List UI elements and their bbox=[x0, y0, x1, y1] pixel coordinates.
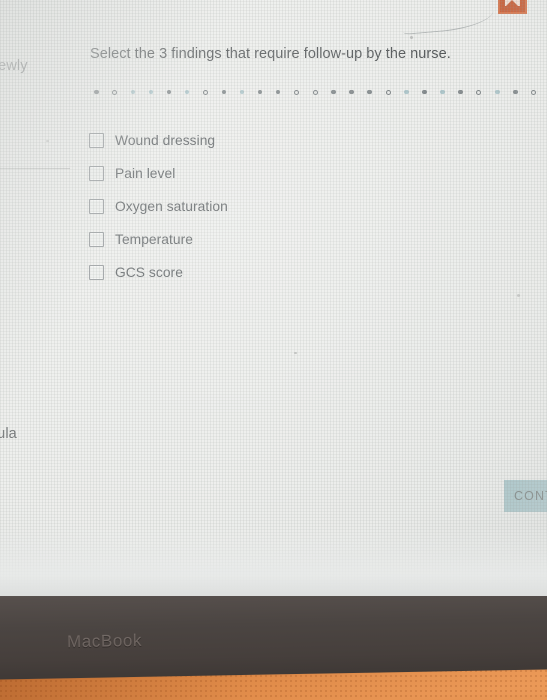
progress-dot bbox=[94, 89, 99, 95]
checkbox-input[interactable] bbox=[89, 265, 104, 280]
option-label: Oxygen saturation bbox=[115, 199, 228, 214]
checkbox-input[interactable] bbox=[89, 199, 104, 214]
progress-dot bbox=[404, 89, 409, 95]
checkbox-input[interactable] bbox=[89, 166, 104, 181]
progress-dot bbox=[331, 89, 336, 95]
laptop-screen: newly nula Select the 3 findings that re… bbox=[0, 0, 547, 596]
progress-dot bbox=[130, 89, 136, 95]
option-label: Wound dressing bbox=[115, 133, 216, 148]
progress-dot bbox=[239, 89, 245, 95]
progress-dot bbox=[367, 89, 372, 95]
progress-dot bbox=[312, 89, 318, 95]
progress-dot bbox=[349, 89, 354, 95]
option-row[interactable]: GCS score bbox=[89, 256, 389, 289]
progress-dot bbox=[184, 89, 190, 95]
sidebar-speck bbox=[46, 140, 49, 142]
option-label: Pain level bbox=[115, 166, 176, 181]
progress-dot bbox=[112, 89, 118, 95]
sidebar-clipped-text-newly: newly bbox=[0, 58, 28, 74]
question-prompt: Select the 3 findings that require follo… bbox=[90, 46, 451, 62]
progress-dot bbox=[221, 89, 227, 95]
option-row[interactable]: Oxygen saturation bbox=[89, 190, 389, 223]
option-row[interactable]: Wound dressing bbox=[89, 124, 389, 157]
page-content: newly nula Select the 3 findings that re… bbox=[0, 0, 547, 596]
progress-dot bbox=[275, 89, 281, 95]
progress-dot bbox=[495, 89, 500, 95]
option-row[interactable]: Pain level bbox=[89, 157, 389, 190]
progress-dot bbox=[385, 89, 391, 95]
progress-dot bbox=[203, 89, 209, 95]
option-label: GCS score bbox=[115, 265, 183, 280]
image-placeholder-icon-glyph bbox=[505, 0, 520, 6]
screen-dust-speck bbox=[517, 294, 520, 297]
progress-dot bbox=[458, 89, 463, 95]
progress-dot bbox=[294, 89, 300, 95]
checkbox-options-list: Wound dressing Pain level Oxygen saturatio… bbox=[89, 124, 389, 289]
progress-dot bbox=[148, 89, 154, 95]
screen-dust-speck bbox=[294, 352, 297, 354]
progress-dot bbox=[440, 89, 445, 95]
photo-of-laptop-screen: MacBook newly nula Select the 3 findings… bbox=[0, 0, 547, 700]
option-row[interactable]: Temperature bbox=[89, 223, 389, 256]
progress-dot bbox=[166, 89, 172, 95]
progress-dot bbox=[257, 89, 263, 95]
progress-dot bbox=[513, 89, 518, 95]
sidebar-divider bbox=[0, 168, 70, 169]
macbook-wordmark: MacBook bbox=[66, 630, 143, 652]
dotted-progress-rail bbox=[94, 87, 547, 97]
progress-dot bbox=[476, 89, 482, 95]
screen-reflection bbox=[400, 0, 496, 35]
screen-dust-speck bbox=[410, 36, 413, 39]
checkbox-input[interactable] bbox=[89, 133, 104, 148]
continue-button[interactable]: CONTINUE bbox=[504, 480, 547, 512]
progress-dot bbox=[422, 89, 427, 95]
option-label: Temperature bbox=[115, 232, 194, 247]
progress-dot bbox=[531, 89, 537, 95]
image-placeholder-icon[interactable] bbox=[498, 0, 527, 14]
checkbox-input[interactable] bbox=[89, 232, 104, 247]
sidebar-clipped-text-cannula: nula bbox=[0, 426, 17, 442]
